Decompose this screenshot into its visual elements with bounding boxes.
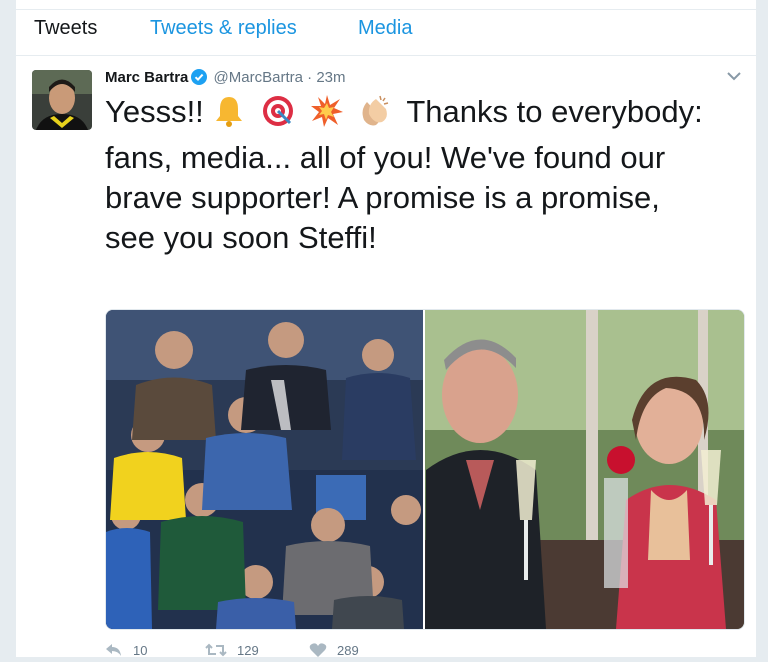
toast-photo (425, 310, 744, 629)
retweet-icon (205, 643, 227, 657)
tab-tweets[interactable]: Tweets (34, 16, 97, 40)
user-handle[interactable]: @MarcBartra (214, 69, 303, 86)
collision-emoji (310, 94, 344, 138)
retweet-count: 129 (237, 643, 259, 658)
verified-badge-icon (191, 69, 208, 91)
separator-dot: · (307, 69, 313, 86)
retweet-button[interactable]: 129 (205, 642, 259, 658)
tweet-header: Marc Bartra @MarcBartra · 23m (105, 68, 346, 88)
tweet[interactable]: Marc Bartra @MarcBartra · 23m Yesss!! Th… (16, 56, 756, 658)
like-count: 289 (337, 643, 359, 658)
tweet-timestamp[interactable]: 23m (316, 69, 345, 86)
profile-tabs: Tweets Tweets & replies Media (16, 10, 756, 56)
user-name[interactable]: Marc Bartra (105, 69, 188, 86)
tweet-text-start: Yesss!! (105, 94, 204, 129)
like-button[interactable]: 289 (309, 642, 359, 658)
reply-count: 10 (133, 643, 148, 658)
tab-media[interactable]: Media (358, 16, 412, 40)
bell-emoji (212, 94, 246, 138)
chevron-down-icon[interactable] (724, 68, 744, 84)
reply-button[interactable]: 10 (105, 642, 147, 658)
tweet-text: Yesss!! Thanks to everybody: fans, media… (105, 92, 715, 258)
tab-tweets-and-replies[interactable]: Tweets & replies (150, 16, 297, 40)
profile-timeline: Tweets Tweets & replies Media Marc Bartr… (15, 0, 757, 658)
avatar[interactable] (32, 70, 92, 130)
tweet-media[interactable] (105, 309, 745, 630)
clapping-hands-emoji (358, 94, 392, 138)
reply-icon (106, 644, 121, 656)
crowd-photo (106, 310, 423, 629)
direct-hit-emoji (261, 94, 295, 138)
heart-icon (309, 643, 327, 657)
tweet-photos (106, 310, 744, 629)
